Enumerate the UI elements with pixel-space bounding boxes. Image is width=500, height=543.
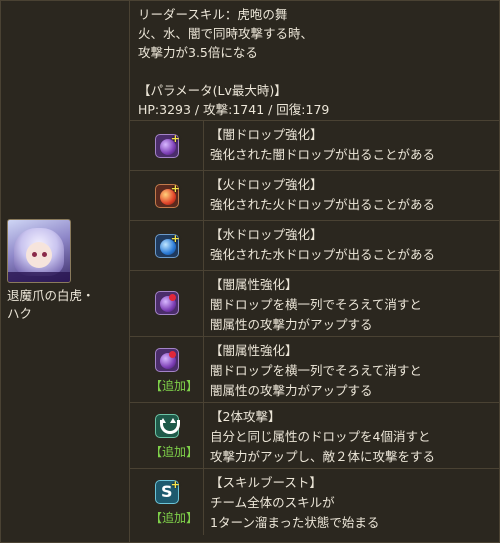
awakening-row: 【追加】 【2体攻撃】 自分と同じ属性のドロップを4個消すと 攻撃力がアップし、… [130,403,499,469]
awakening-desc: 1ターン溜まった状態で始まる [210,515,380,530]
awakening-title: 【闇ドロップ強化】 [210,127,323,142]
awakening-row: 【追加】 【闇属性強化】 闇ドロップを横一列でそろえて消すと 闇属性の攻撃力がア… [130,337,499,403]
details-column: リーダースキル：虎咆の舞 火、水、闇で同時攻撃する時、 攻撃力が3.5倍になる … [130,1,499,535]
character-name-line1: 退魔爪の白虎・ [7,288,95,303]
two-pronged-attack-icon [155,414,180,438]
dark-row-enhance-icon [155,348,179,372]
monster-detail-panel: 退魔爪の白虎・ ハク リーダースキル：虎咆の舞 火、水、闇で同時攻撃する時、 攻… [0,0,500,543]
awakening-row: S + 【追加】 【スキルブースト】 チーム全体のスキルが 1ターン溜まった状態で… [130,469,499,535]
awakening-row: 【闇属性強化】 闇ドロップを横一列でそろえて消すと 闇属性の攻撃力がアップする [130,271,499,337]
awakening-title: 【闇属性強化】 [210,343,298,358]
leader-skill-block: リーダースキル：虎咆の舞 火、水、闇で同時攻撃する時、 攻撃力が3.5倍になる … [130,1,499,121]
awakening-row: + 【闇ドロップ強化】 強化された闇ドロップが出ることがある [130,121,499,171]
leader-skill-line2: 攻撃力が3.5倍になる [138,45,258,60]
character-name-line2: ハク [7,306,33,321]
awakening-desc: 闇属性の攻撃力がアップする [210,383,373,398]
awakening-title: 【スキルブースト】 [210,475,322,490]
awakening-title: 【闇属性強化】 [210,277,298,292]
character-portrait[interactable] [7,219,71,283]
awakening-desc: 強化された闇ドロップが出ることがある [210,147,436,162]
awakening-row: + 【水ドロップ強化】 強化された水ドロップが出ることがある [130,221,499,271]
leader-skill-line1: 火、水、闇で同時攻撃する時、 [138,26,314,41]
dark-drop-enhance-icon: + [155,132,180,158]
awakening-desc: チーム全体のスキルが [210,495,335,510]
awakening-desc: 自分と同じ属性のドロップを4個消すと [210,429,431,444]
awakening-row: + 【火ドロップ強化】 強化された火ドロップが出ることがある [130,171,499,221]
character-column: 退魔爪の白虎・ ハク [1,1,130,542]
awakening-title: 【火ドロップ強化】 [210,177,323,192]
dark-row-enhance-icon [155,291,179,315]
added-label: 【追加】 [150,379,199,393]
leader-skill-title: リーダースキル：虎咆の舞 [138,7,288,22]
awakening-desc: 闇ドロップを横一列でそろえて消すと [210,363,422,378]
awakening-desc: 闇ドロップを横一列でそろえて消すと [210,297,422,312]
awakening-desc: 闇属性の攻撃力がアップする [210,317,373,332]
awakening-desc: 強化された火ドロップが出ることがある [210,197,436,212]
parameter-stats: HP:3293 / 攻撃:1741 / 回復:179 [138,102,330,117]
added-label: 【追加】 [150,511,199,525]
awakening-desc: 強化された水ドロップが出ることがある [210,247,436,262]
awakening-desc: 攻撃力がアップし、敵２体に攻撃をする [210,449,436,464]
added-label: 【追加】 [150,445,199,459]
fire-drop-enhance-icon: + [155,182,180,208]
parameter-header: 【パラメータ(Lv最大時)】 [138,83,287,98]
awakening-list: + 【闇ドロップ強化】 強化された闇ドロップが出ることがある + 【火ドロップ強… [130,121,499,535]
skill-boost-icon: S + [155,478,180,504]
character-name: 退魔爪の白虎・ ハク [7,287,125,323]
awakening-title: 【水ドロップ強化】 [210,227,323,242]
water-drop-enhance-icon: + [155,232,180,258]
awakening-title: 【2体攻撃】 [210,409,281,424]
